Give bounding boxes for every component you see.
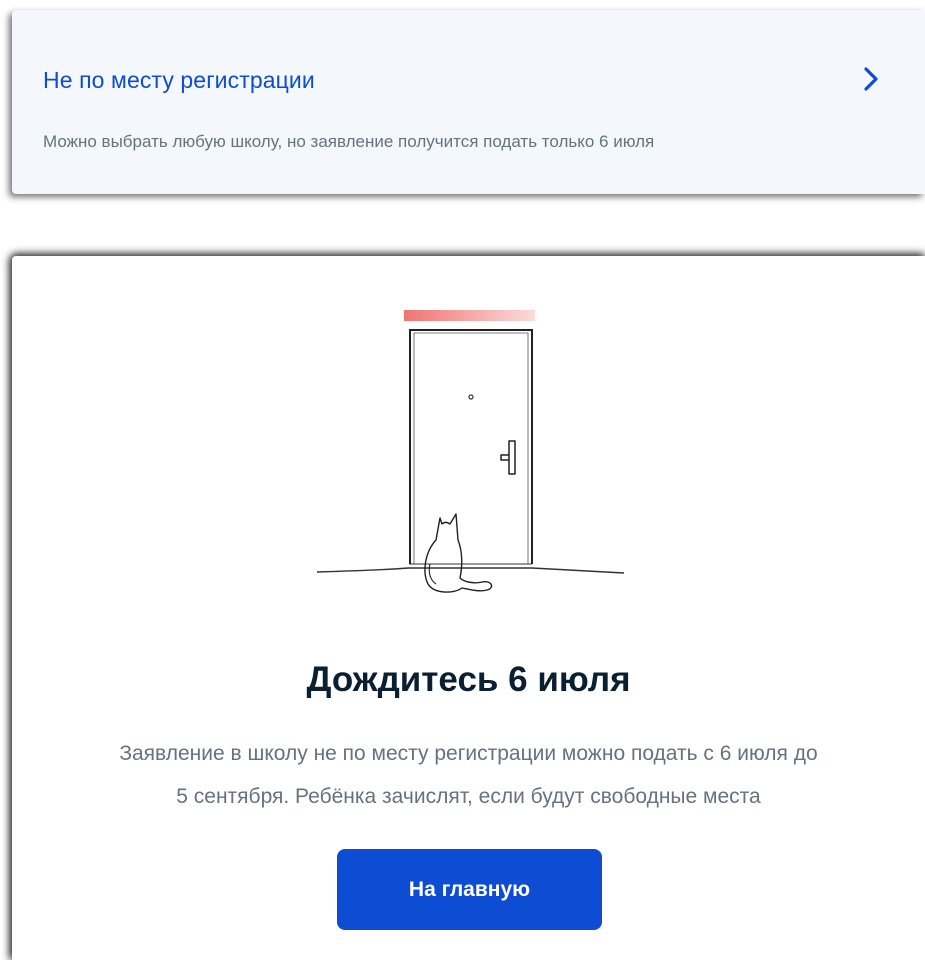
option-title: Не по месту регистрации [43,67,315,93]
info-description: Заявление в школу не по месту регистраци… [32,732,905,818]
info-title: Дождитесь 6 июля [306,660,631,699]
door-with-cat-illustration [316,310,625,593]
door-handle [500,440,516,475]
info-card: Дождитесь 6 июля Заявление в школу не по… [12,256,925,960]
info-description-line-1: Заявление в школу не по месту регистраци… [119,742,818,765]
home-button[interactable]: На главную [337,849,602,930]
page: Не по месту регистрации Можно выбрать лю… [0,0,925,960]
peephole [468,394,474,400]
door-frame [409,329,533,564]
floor-line [316,567,625,574]
cat-illustration [424,513,493,593]
option-description: Можно выбрать любую школу, но заявление … [43,132,655,151]
option-not-registration-place[interactable]: Не по месту регистрации Можно выбрать лю… [12,10,925,194]
door-light-strip [404,310,535,321]
info-description-line-2: 5 сентября. Ребёнка зачислят, если будут… [176,785,761,808]
chevron-right-icon [864,67,878,91]
